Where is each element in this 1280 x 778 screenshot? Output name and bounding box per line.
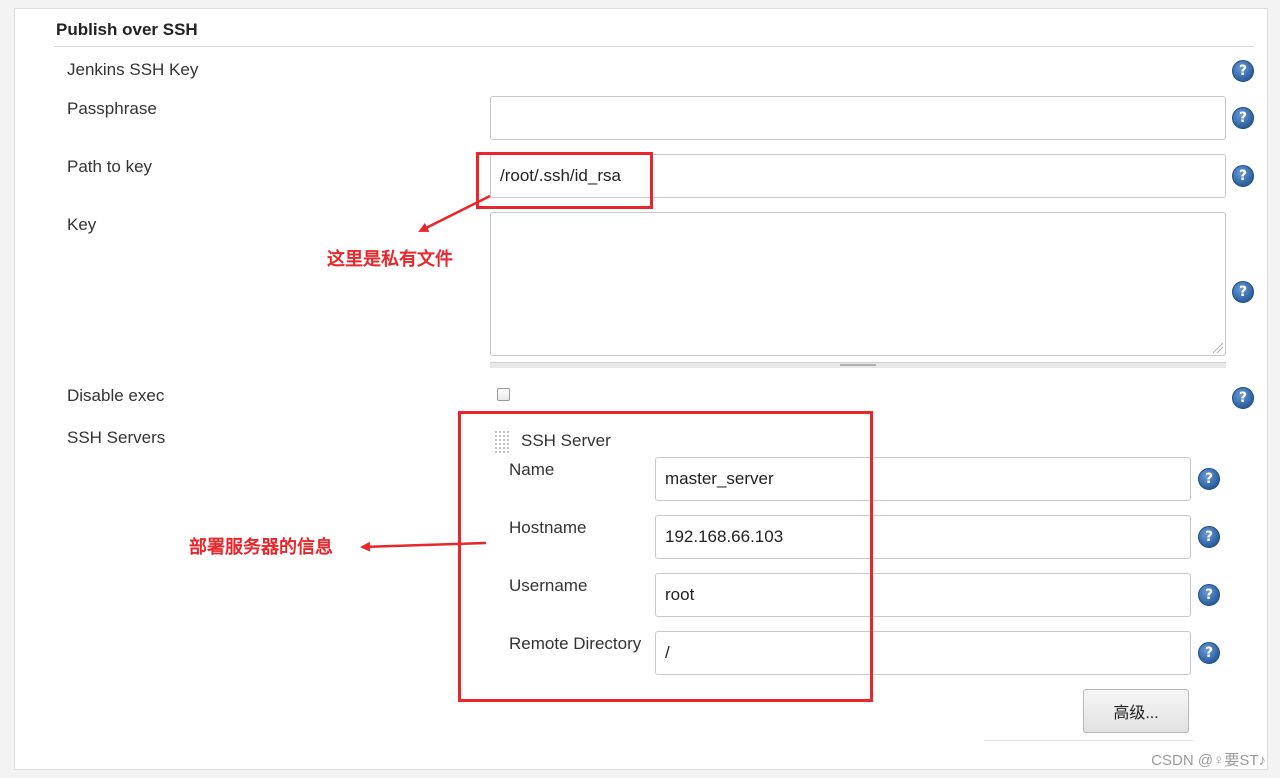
annotation-arrows — [360, 194, 491, 552]
private-file-annotation: 这里是私有文件 — [327, 249, 453, 269]
arrow-to-path — [418, 194, 491, 233]
watermark: CSDN @♀要ST♪ — [1151, 752, 1266, 769]
arrow-to-server-info — [360, 541, 487, 552]
server-info-annotation: 部署服务器的信息 — [189, 537, 333, 557]
